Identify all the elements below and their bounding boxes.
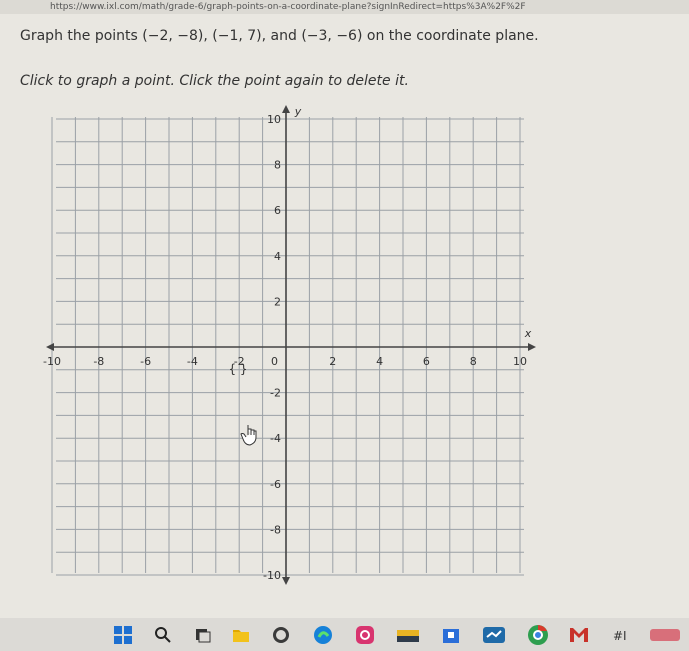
y-tick-label: 8 — [274, 159, 281, 172]
x-tick-label: 4 — [376, 355, 383, 368]
app-icon[interactable] — [480, 618, 508, 651]
x-tick-label: -10 — [43, 355, 61, 368]
x-tick-label: -6 — [140, 355, 151, 368]
grid-lines — [51, 117, 524, 576]
app2-icon[interactable]: #I — [608, 618, 634, 651]
hand-cursor-icon — [240, 425, 257, 446]
x-axis-arrow-left-icon — [46, 343, 54, 351]
chrome-icon[interactable] — [524, 618, 552, 651]
taskbar: #I — [0, 618, 689, 651]
y-tick-label: -6 — [270, 478, 281, 491]
svg-text:{ }: { } — [228, 362, 247, 376]
cursor-move-icon: { } — [228, 362, 247, 376]
x-tick-label: -8 — [93, 355, 104, 368]
y-tick-label: -10 — [263, 569, 281, 582]
y-tick-label: 4 — [274, 250, 281, 263]
coordinate-plane[interactable]: -10 -8 -6 -4 -2 2 4 6 8 10108642-2-4-6-8-100xy { … — [0, 0, 689, 618]
tray-icon[interactable] — [648, 618, 682, 651]
instagram-icon[interactable] — [352, 618, 378, 651]
x-tick-label: 10 — [513, 355, 527, 368]
x-tick-label: 2 — [329, 355, 336, 368]
x-tick-label: 6 — [423, 355, 430, 368]
task-view-icon[interactable] — [190, 618, 216, 651]
x-tick-label: -4 — [187, 355, 198, 368]
y-tick-label: -8 — [270, 523, 281, 536]
y-axis-label: y — [294, 105, 302, 118]
origin-label: 0 — [271, 355, 278, 368]
start-icon[interactable] — [110, 618, 136, 651]
file-explorer-icon[interactable] — [228, 618, 254, 651]
x-tick-label: 8 — [470, 355, 477, 368]
x-axis-arrow-right-icon — [528, 343, 536, 351]
mail-icon[interactable] — [566, 618, 592, 651]
y-axis-arrow-down-icon — [282, 577, 290, 585]
axes — [46, 105, 536, 585]
edge-icon[interactable] — [310, 618, 336, 651]
y-tick-label: 10 — [267, 113, 281, 126]
tick-labels: -10 -8 -6 -4 -2 2 4 6 8 10108642-2-4-6-8-100xy — [43, 105, 532, 582]
folder-icon[interactable] — [395, 618, 421, 651]
y-tick-label: 6 — [274, 204, 281, 217]
store-icon[interactable] — [438, 618, 464, 651]
svg-text:#I: #I — [613, 629, 627, 643]
x-axis-label: x — [524, 327, 532, 340]
search-icon[interactable] — [150, 618, 176, 651]
y-tick-label: -4 — [270, 432, 281, 445]
y-tick-label: 2 — [274, 295, 281, 308]
chat-icon[interactable] — [268, 618, 294, 651]
y-tick-label: -2 — [270, 387, 281, 400]
y-axis-arrow-up-icon — [282, 105, 290, 113]
